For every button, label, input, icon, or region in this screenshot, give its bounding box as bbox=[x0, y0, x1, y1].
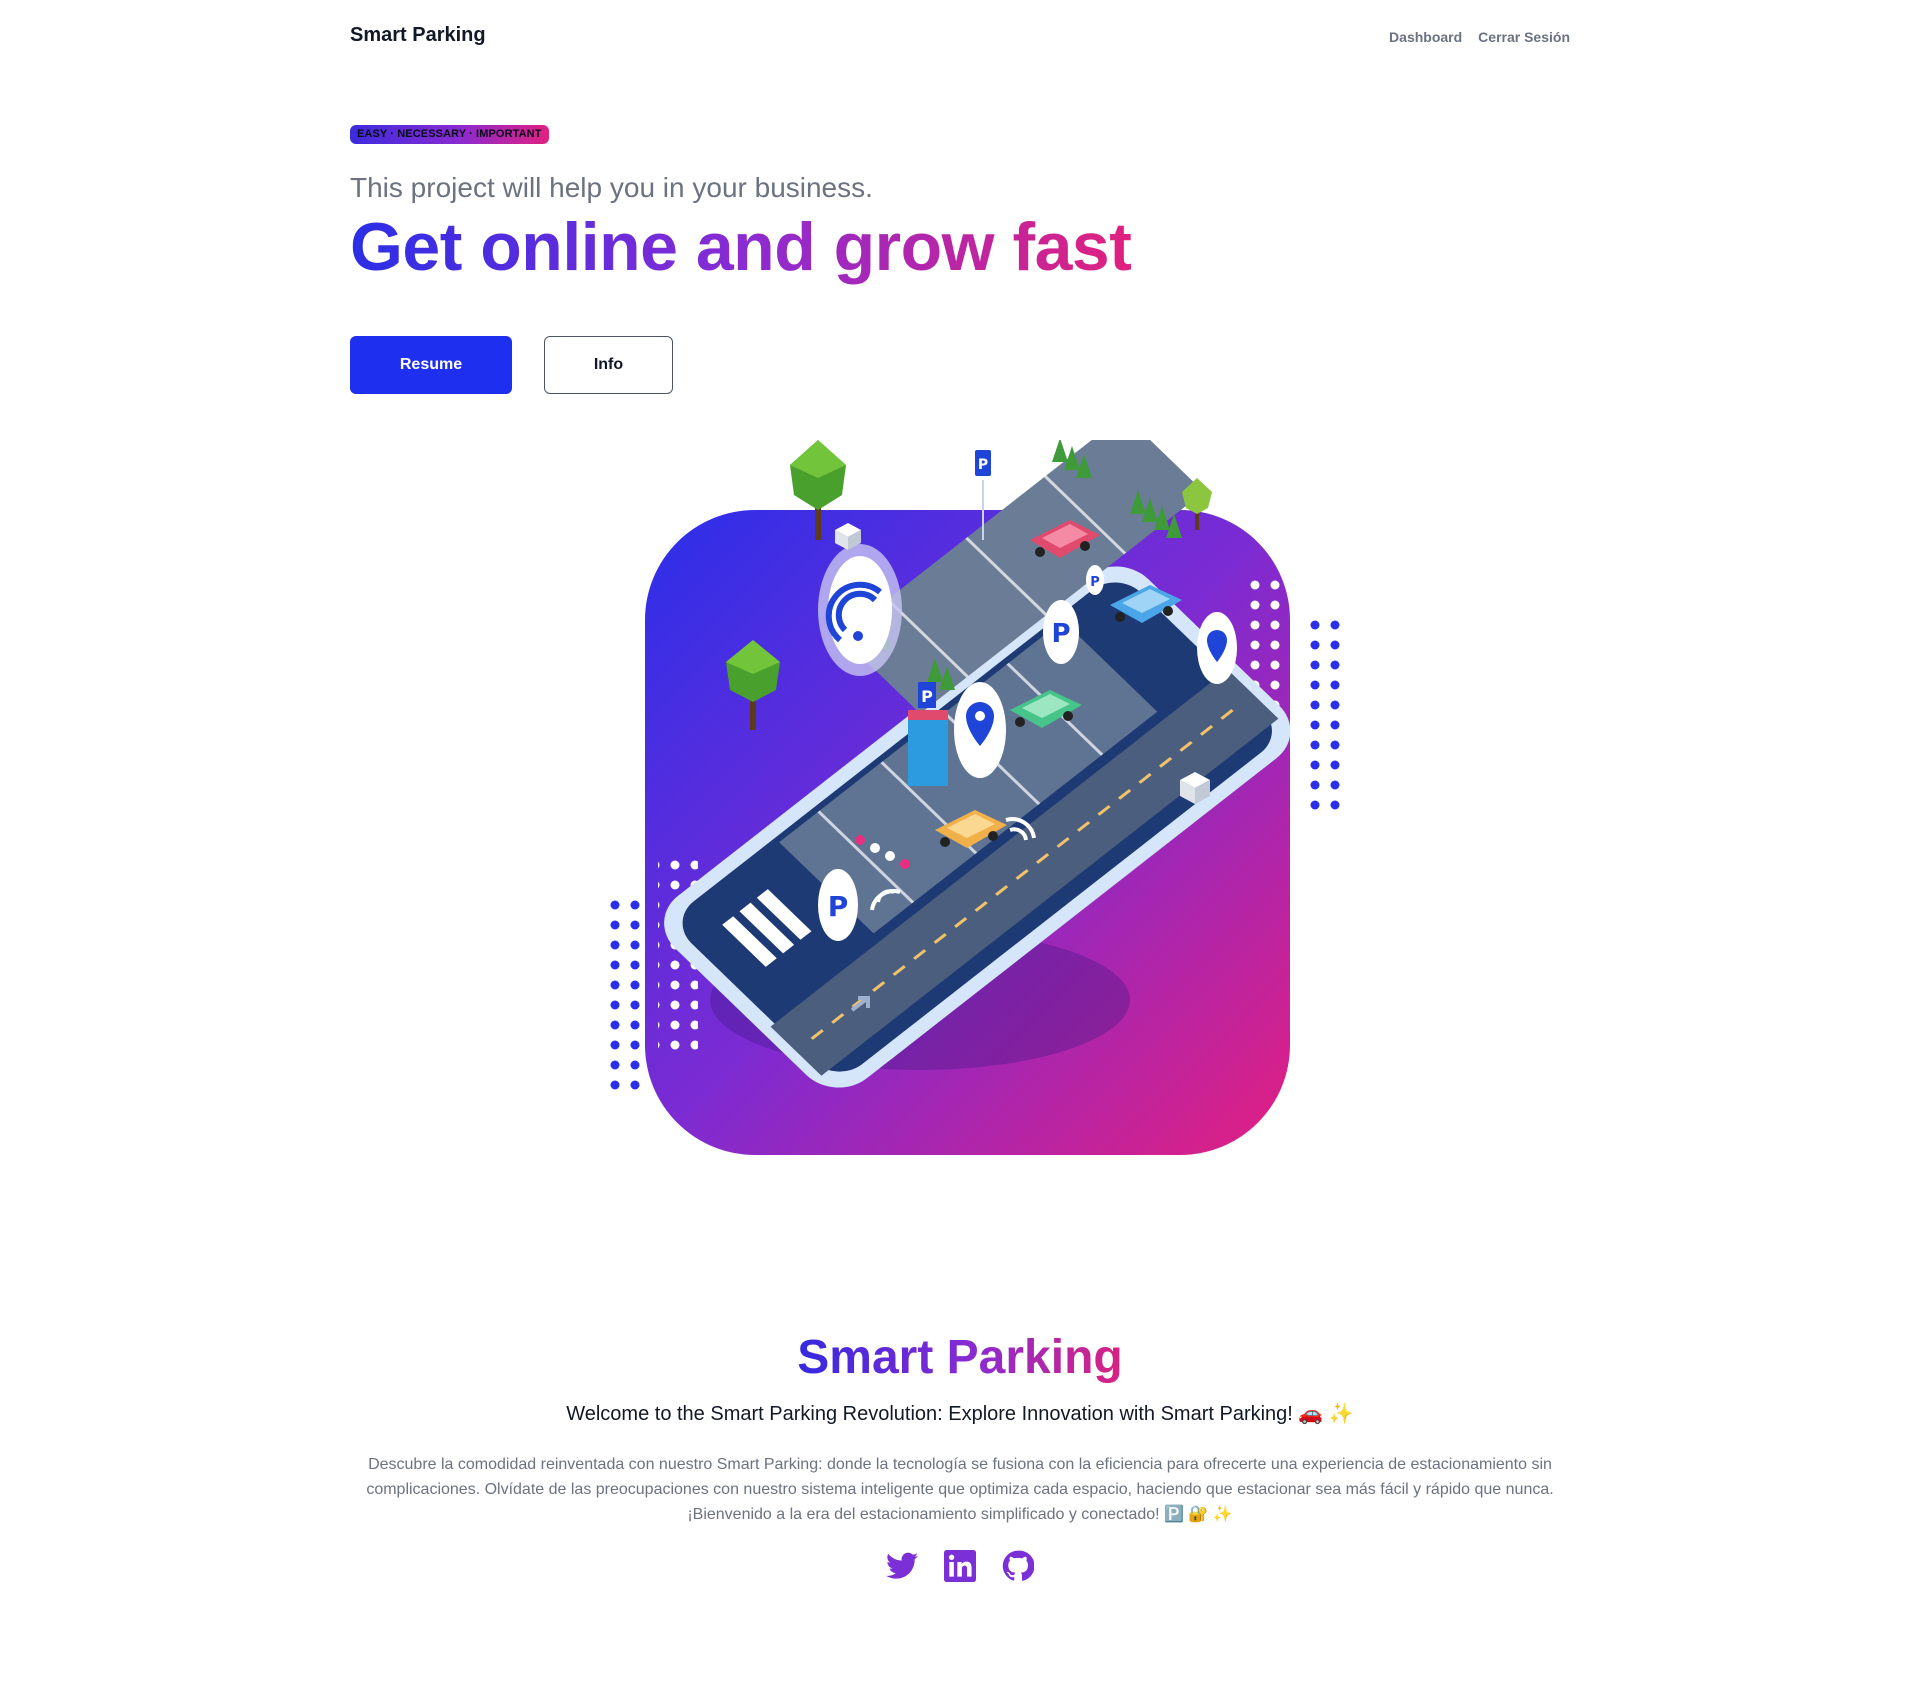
hero-subtitle: This project will help you in your busin… bbox=[350, 172, 873, 203]
info-button[interactable]: Info bbox=[544, 336, 673, 394]
tagline-badge-text: EASY · NECESSARY · IMPORTANT bbox=[357, 128, 542, 140]
footer-subtitle: Welcome to the Smart Parking Revolution:… bbox=[566, 1403, 1354, 1425]
tagline-badge: EASY · NECESSARY · IMPORTANT bbox=[350, 125, 549, 144]
location-pin-icon bbox=[1197, 612, 1237, 684]
hero-headline: Get online and grow fast bbox=[350, 209, 1132, 285]
nav-links: Dashboard Cerrar Sesión bbox=[1389, 29, 1570, 45]
footer-title: Smart Parking bbox=[797, 1331, 1123, 1384]
parking-pin-icon: P bbox=[1043, 600, 1079, 664]
footer: Smart Parking Welcome to the Smart Parki… bbox=[0, 1330, 1920, 1583]
svg-text:P: P bbox=[1090, 575, 1100, 590]
navbar: Smart Parking Dashboard Cerrar Sesión bbox=[350, 0, 1570, 74]
github-icon[interactable] bbox=[1001, 1549, 1035, 1583]
parking-pin-icon: P bbox=[1086, 565, 1104, 595]
svg-text:P: P bbox=[921, 687, 933, 706]
svg-text:P: P bbox=[828, 890, 849, 923]
social-links bbox=[0, 1549, 1920, 1583]
nav-link-dashboard[interactable]: Dashboard bbox=[1389, 29, 1462, 45]
resume-button[interactable]: Resume bbox=[350, 336, 512, 394]
smart-parking-illustration: P P P P P bbox=[610, 414, 1342, 1155]
wifi-icon bbox=[818, 544, 902, 676]
twitter-icon[interactable] bbox=[885, 1549, 919, 1583]
location-pin-icon bbox=[954, 682, 1006, 778]
dot-grid-left-blue bbox=[610, 890, 650, 1090]
brand-logo[interactable]: Smart Parking bbox=[350, 24, 486, 47]
hero-illustration: P P P P P bbox=[590, 414, 1350, 1160]
dot-grid-right-blue bbox=[1302, 620, 1342, 820]
nav-link-logout[interactable]: Cerrar Sesión bbox=[1478, 29, 1570, 45]
svg-text:P: P bbox=[1051, 619, 1070, 649]
footer-description: Descubre la comodidad reinventada con nu… bbox=[366, 1456, 1554, 1523]
linkedin-icon[interactable] bbox=[943, 1549, 977, 1583]
parking-sign-letter: P bbox=[978, 457, 988, 473]
parking-pin-icon: P bbox=[818, 869, 858, 941]
